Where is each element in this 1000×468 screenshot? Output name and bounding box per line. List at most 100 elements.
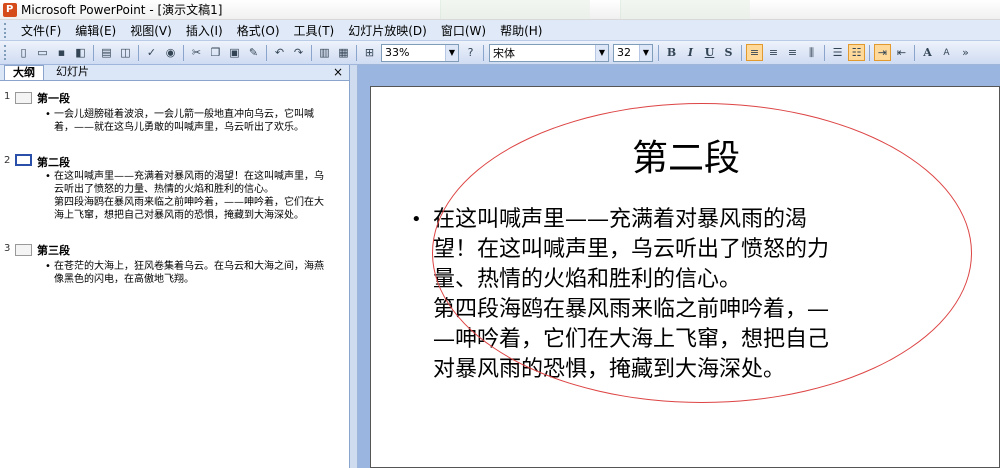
spelling-icon[interactable]: ✓ (143, 44, 160, 61)
toolbar: ▯ ▭ ▪ ◧ ▤ ◫ ✓ ◉ ✂ ❐ ▣ ✎ ↶ ↷ ▥ ▦ ⊞ 33% ▼ … (0, 41, 1000, 65)
toolbar-separator (93, 44, 94, 61)
save-icon[interactable]: ▪ (53, 44, 70, 61)
print-icon[interactable]: ▤ (98, 44, 115, 61)
outline-line: 海上飞窜，想把自己对暴风雨的恐惧，掩藏到大海深处。 (54, 210, 304, 221)
chevron-down-icon[interactable]: ▼ (595, 44, 608, 61)
toolbar-separator (869, 44, 870, 61)
outline-line: 在苍茫的大海上，狂风卷集着乌云。在乌云和大海之间，海燕 (54, 261, 324, 272)
menu-insert[interactable]: 插入(I) (179, 22, 230, 39)
redo-icon[interactable]: ↷ (290, 44, 307, 61)
title-bar: Microsoft PowerPoint - [演示文稿1] (0, 0, 1000, 20)
font-size-value: 32 (617, 46, 631, 59)
slide-icon[interactable] (15, 154, 32, 166)
slide-number: 2 (4, 155, 11, 166)
slide-number: 1 (4, 91, 11, 102)
toolbar-separator (483, 44, 484, 61)
slide-icon[interactable] (15, 244, 32, 256)
menu-tools[interactable]: 工具(T) (287, 22, 342, 39)
toolbar-separator (311, 44, 312, 61)
help-icon[interactable]: ? (462, 44, 479, 61)
grow-font-button[interactable]: A (919, 44, 936, 61)
outline-bullet[interactable]: • 在苍茫的大海上，狂风卷集着乌云。在乌云和大海之间，海燕 像黑色的闪电，在高傲… (45, 260, 345, 286)
pane-splitter[interactable] (350, 65, 358, 468)
outline-line: 着，——就在这鸟儿勇敢的叫喊声里，乌云听出了欢乐。 (54, 122, 304, 133)
research-icon[interactable]: ◉ (162, 44, 179, 61)
slide-title[interactable]: 第一段 (37, 90, 70, 106)
outline-bullet[interactable]: • 在这叫喊声里——充满着对暴风雨的渴望！在这叫喊声里，乌 云听出了愤怒的力量、… (45, 170, 345, 222)
menu-edit[interactable]: 编辑(E) (68, 22, 123, 39)
insert-table-icon[interactable]: ▦ (335, 44, 352, 61)
format-painter-icon[interactable]: ✎ (245, 44, 262, 61)
shrink-font-button[interactable]: A (938, 44, 955, 61)
chevron-down-icon[interactable]: ▼ (639, 44, 652, 61)
undo-icon[interactable]: ↶ (271, 44, 288, 61)
open-icon[interactable]: ▭ (34, 44, 51, 61)
window-title: Microsoft PowerPoint - [演示文稿1] (21, 3, 223, 17)
font-select[interactable]: 宋体 ▼ (489, 43, 609, 62)
outline-line: 一会儿翅膀碰着波浪，一会儿箭一般地直冲向乌云，它叫喊 (54, 109, 314, 120)
close-icon[interactable]: × (333, 65, 343, 80)
slide-canvas[interactable]: 第二段 • 在这叫喊声里——充满着对暴风雨的渴 望！在这叫喊声里，乌云听出了愤怒… (370, 86, 1000, 468)
menu-help[interactable]: 帮助(H) (493, 22, 549, 39)
bullets-icon[interactable]: ☷ (848, 44, 865, 61)
body-line: —呻吟着，它们在大海上飞窜，想把自己 (433, 327, 830, 352)
align-left-icon[interactable]: ≡ (746, 44, 763, 61)
body-line: 量、热情的火焰和胜利的信心。 (433, 267, 742, 292)
underline-button[interactable]: U (701, 44, 718, 61)
slide-body-placeholder[interactable]: • 在这叫喊声里——充满着对暴风雨的渴 望！在这叫喊声里，乌云听出了愤怒的力 量… (411, 205, 931, 385)
background-window-tab (620, 0, 750, 19)
font-size-select[interactable]: 32 ▼ (613, 43, 653, 62)
toolbar-grip[interactable] (4, 45, 8, 60)
outline-line: 在这叫喊声里——充满着对暴风雨的渴望！在这叫喊声里，乌 (54, 171, 324, 182)
menu-slideshow[interactable]: 幻灯片放映(D) (341, 22, 434, 39)
print-preview-icon[interactable]: ◫ (117, 44, 134, 61)
toolbar-grip[interactable] (4, 22, 8, 38)
toolbar-separator (824, 44, 825, 61)
decrease-indent-icon[interactable]: ⇤ (893, 44, 910, 61)
new-icon[interactable]: ▯ (15, 44, 32, 61)
align-center-icon[interactable]: ≡ (765, 44, 782, 61)
body-line: 第四段海鸥在暴风雨来临之前呻吟着，— (433, 297, 830, 322)
tab-outline[interactable]: 大纲 (4, 65, 44, 80)
slide-title[interactable]: 第二段 (37, 154, 70, 170)
align-right-icon[interactable]: ≡ (784, 44, 801, 61)
outline-line: 像黑色的闪电，在高傲地飞翔。 (54, 274, 194, 285)
permission-icon[interactable]: ◧ (72, 44, 89, 61)
slide-title-placeholder[interactable]: 第二段 (371, 129, 1000, 181)
paste-icon[interactable]: ▣ (226, 44, 243, 61)
show-grid-icon[interactable]: ⊞ (361, 44, 378, 61)
toolbar-separator (914, 44, 915, 61)
body-line: 望！在这叫喊声里，乌云听出了愤怒的力 (433, 237, 830, 262)
menu-window[interactable]: 窗口(W) (434, 22, 493, 39)
shadow-button[interactable]: S (720, 44, 737, 61)
cut-icon[interactable]: ✂ (188, 44, 205, 61)
distributed-icon[interactable]: ⫼ (803, 44, 820, 61)
pane-tabs: 大纲 幻灯片 × (0, 65, 349, 81)
slide-number: 3 (4, 243, 11, 254)
menu-format[interactable]: 格式(O) (230, 22, 287, 39)
toolbar-separator (183, 44, 184, 61)
chevron-down-icon[interactable]: ▼ (445, 44, 458, 61)
font-value: 宋体 (493, 46, 515, 60)
bullet-dot: • (45, 171, 51, 182)
increase-indent-icon[interactable]: ⇥ (874, 44, 891, 61)
outline-pane: 大纲 幻灯片 × 1 第一段 • 一会儿翅膀碰着波浪，一会儿箭一般地直冲向乌云，… (0, 65, 350, 468)
toolbar-overflow-icon[interactable]: » (957, 44, 974, 61)
outline-bullet[interactable]: • 一会儿翅膀碰着波浪，一会儿箭一般地直冲向乌云，它叫喊 着，——就在这鸟儿勇敢… (45, 108, 345, 134)
menu-file[interactable]: 文件(F) (14, 22, 68, 39)
copy-icon[interactable]: ❐ (207, 44, 224, 61)
powerpoint-icon (3, 2, 17, 17)
menu-view[interactable]: 视图(V) (123, 22, 179, 39)
slide-title[interactable]: 第三段 (37, 242, 70, 258)
bullet-dot: • (45, 109, 51, 120)
tab-slides[interactable]: 幻灯片 (48, 65, 97, 80)
italic-button[interactable]: I (682, 44, 699, 61)
insert-chart-icon[interactable]: ▥ (316, 44, 333, 61)
outline-line: 云听出了愤怒的力量、热情的火焰和胜利的信心。 (54, 184, 274, 195)
toolbar-separator (138, 44, 139, 61)
numbering-icon[interactable]: ☰ (829, 44, 846, 61)
toolbar-separator (266, 44, 267, 61)
zoom-select[interactable]: 33% ▼ (381, 43, 459, 62)
bold-button[interactable]: B (663, 44, 680, 61)
slide-icon[interactable] (15, 92, 32, 104)
